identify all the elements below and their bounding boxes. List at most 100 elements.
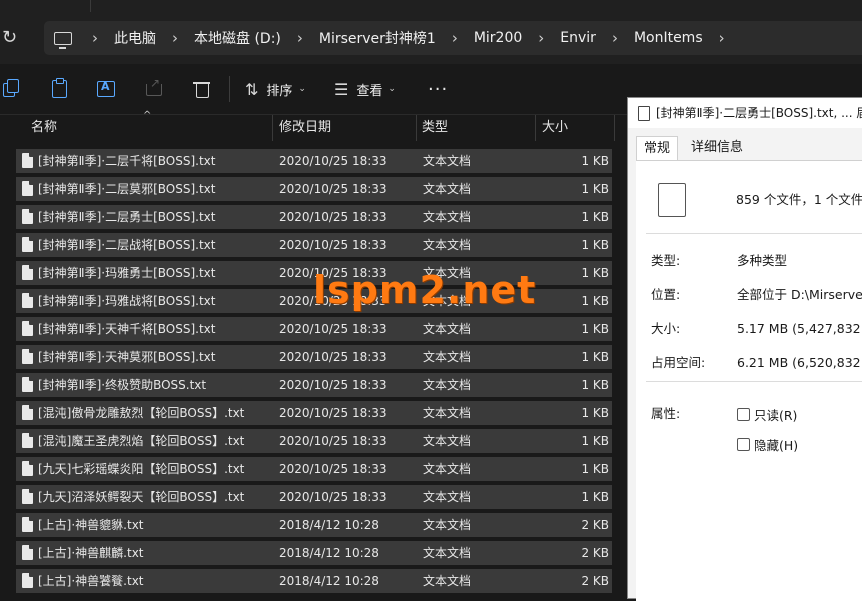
file-row[interactable]: [九天]七彩瑶蝶炎阳【轮回BOSS】.txt 2020/10/25 18:33 文本… (16, 457, 612, 481)
chevron-right-icon[interactable]: › (719, 29, 725, 47)
refresh-icon[interactable]: ↻ (2, 27, 22, 49)
file-type: 文本文档 (423, 350, 472, 364)
multiple-files-icon (658, 178, 687, 217)
text-file-icon (22, 265, 33, 280)
checkbox-icon[interactable] (737, 438, 750, 451)
tab-edge (90, 0, 91, 12)
toolbar-divider (229, 76, 230, 102)
tab-details[interactable]: 详细信息 (684, 136, 750, 160)
column-type-header[interactable]: 类型 (416, 115, 448, 141)
file-type: 文本文档 (423, 518, 472, 532)
text-file-icon (22, 237, 33, 252)
rename-icon[interactable] (97, 79, 117, 99)
file-size: 1 KB (581, 434, 609, 448)
file-date: 2020/10/25 18:33 (279, 154, 387, 168)
breadcrumb-item[interactable]: 本地磁盘 (D:) (194, 28, 281, 48)
properties-dialog: [封神第Ⅱ季]·二层勇士[BOSS].txt, ... 届 常规 详细信息 85… (627, 97, 862, 601)
chevron-right-icon[interactable]: › (92, 29, 98, 47)
share-icon[interactable] (145, 76, 165, 99)
file-row[interactable]: [九天]沼泽妖鳄裂天【轮回BOSS】.txt 2020/10/25 18:33 文本… (16, 485, 612, 509)
tab-general[interactable]: 常规 (636, 136, 679, 161)
more-options-button[interactable]: ··· (428, 76, 448, 102)
computer-icon[interactable] (54, 31, 72, 49)
file-row[interactable]: [上古]·神兽貔貅.txt 2018/4/12 10:28 文本文档 2 KB (16, 513, 612, 537)
file-date: 2020/10/25 18:33 (279, 210, 387, 224)
file-row[interactable]: [封神第Ⅱ季]·终极赞助BOSS.txt 2020/10/25 18:33 文本文档… (16, 373, 612, 397)
file-name: [封神第Ⅱ季]·终极赞助BOSS.txt (38, 378, 207, 392)
attributes-label: 属性: (651, 406, 681, 421)
file-type: 文本文档 (423, 210, 472, 224)
file-date: 2020/10/25 18:33 (279, 350, 387, 364)
chevron-right-icon[interactable]: › (452, 29, 458, 47)
chevron-down-icon: ⌄ (388, 84, 396, 94)
file-row[interactable]: [封神第Ⅱ季]·天神千将[BOSS].txt 2020/10/25 18:33 文本… (16, 317, 612, 341)
file-row[interactable]: [封神第Ⅱ季]·二层战将[BOSS].txt 2020/10/25 18:33 文本… (16, 233, 612, 257)
file-row[interactable]: [封神第Ⅱ季]·二层勇士[BOSS].txt 2020/10/25 18:33 文本… (16, 205, 612, 229)
breadcrumb-item[interactable]: MonItems (634, 30, 703, 46)
column-header: ^ 名称 修改日期 类型 大小 (0, 110, 628, 141)
file-size: 2 KB (581, 574, 609, 588)
file-name: [封神第Ⅱ季]·二层千将[BOSS].txt (38, 154, 216, 168)
sort-button[interactable]: ⇅ 排序 ⌄ (245, 76, 306, 102)
file-size: 1 KB (581, 294, 609, 308)
breadcrumb-item[interactable]: Envir (560, 30, 596, 46)
file-date: 2018/4/12 10:28 (279, 518, 379, 532)
file-row[interactable]: [封神第Ⅱ季]·二层莫邪[BOSS].txt 2020/10/25 18:33 文本… (16, 177, 612, 201)
file-row[interactable]: [封神第Ⅱ季]·二层千将[BOSS].txt 2020/10/25 18:33 文本… (16, 149, 612, 173)
copy-icon[interactable] (3, 79, 23, 99)
hidden-checkbox[interactable]: 隐藏(H) (737, 435, 798, 454)
file-size: 1 KB (581, 462, 609, 476)
file-row[interactable]: [上古]·神兽饕餮.txt 2018/4/12 10:28 文本文档 2 KB (16, 569, 612, 593)
dialog-tabs: 常规 详细信息 (628, 136, 862, 161)
hidden-label: 隐藏(H) (754, 438, 799, 453)
dialog-title: [封神第Ⅱ季]·二层勇士[BOSS].txt, ... 届 (656, 106, 862, 120)
file-size: 1 KB (581, 210, 609, 224)
text-file-icon (22, 405, 33, 420)
file-date: 2020/10/25 18:33 (279, 238, 387, 252)
checkbox-icon[interactable] (737, 408, 750, 421)
file-size: 1 KB (581, 182, 609, 196)
column-name-header[interactable]: 名称 (25, 115, 57, 141)
file-type: 文本文档 (423, 434, 472, 448)
file-type: 文本文档 (423, 238, 472, 252)
column-size-header[interactable]: 大小 (536, 115, 568, 141)
column-date-header[interactable]: 修改日期 (273, 115, 331, 141)
file-name: [上古]·神兽麒麟.txt (38, 546, 144, 560)
file-name: [封神第Ⅱ季]·二层莫邪[BOSS].txt (38, 182, 216, 196)
file-icon (638, 106, 650, 121)
text-file-icon (22, 433, 33, 448)
readonly-checkbox[interactable]: 只读(R) (737, 405, 797, 424)
disk-size-label: 占用空间: (651, 355, 706, 370)
file-row[interactable]: [混沌]傲骨龙雕敖烈【轮回BOSS】.txt 2020/10/25 18:33 文本… (16, 401, 612, 425)
column-divider[interactable] (614, 115, 615, 141)
breadcrumb-item[interactable]: 此电脑 (114, 28, 156, 48)
divider (646, 381, 862, 382)
breadcrumb-item[interactable]: Mir200 (474, 30, 522, 46)
file-type: 文本文档 (423, 462, 472, 476)
file-size: 1 KB (581, 350, 609, 364)
file-row[interactable]: [混沌]魔王圣虎烈焰【轮回BOSS】.txt 2020/10/25 18:33 文本… (16, 429, 612, 453)
file-type: 文本文档 (423, 546, 472, 560)
view-label: 查看 (356, 83, 383, 99)
dialog-title-bar[interactable]: [封神第Ⅱ季]·二层勇士[BOSS].txt, ... 届 (628, 98, 862, 128)
text-file-icon (22, 573, 33, 588)
divider (646, 233, 862, 234)
text-file-icon (22, 181, 33, 196)
file-date: 2018/4/12 10:28 (279, 574, 379, 588)
size-value: 5.17 MB (5,427,832 字 (737, 321, 862, 336)
chevron-right-icon[interactable]: › (172, 29, 178, 47)
file-date: 2020/10/25 18:33 (279, 462, 387, 476)
breadcrumb-item[interactable]: Mirserver封神榜1 (319, 28, 436, 48)
view-button[interactable]: ☰ 查看 ⌄ (334, 76, 396, 102)
address-bar[interactable]: › 此电脑 › 本地磁盘 (D:) › Mirserver封神榜1 › Mir2… (44, 21, 862, 55)
chevron-right-icon[interactable]: › (538, 29, 544, 47)
paste-icon[interactable] (50, 78, 70, 99)
delete-icon[interactable] (193, 79, 213, 99)
text-file-icon (22, 377, 33, 392)
chevron-right-icon[interactable]: › (612, 29, 618, 47)
file-size: 1 KB (581, 378, 609, 392)
chevron-right-icon[interactable]: › (297, 29, 303, 47)
file-row[interactable]: [上古]·神兽麒麟.txt 2018/4/12 10:28 文本文档 2 KB (16, 541, 612, 565)
file-row[interactable]: [封神第Ⅱ季]·天神莫邪[BOSS].txt 2020/10/25 18:33 文本… (16, 345, 612, 369)
file-name: [九天]七彩瑶蝶炎阳【轮回BOSS】.txt (38, 462, 245, 476)
